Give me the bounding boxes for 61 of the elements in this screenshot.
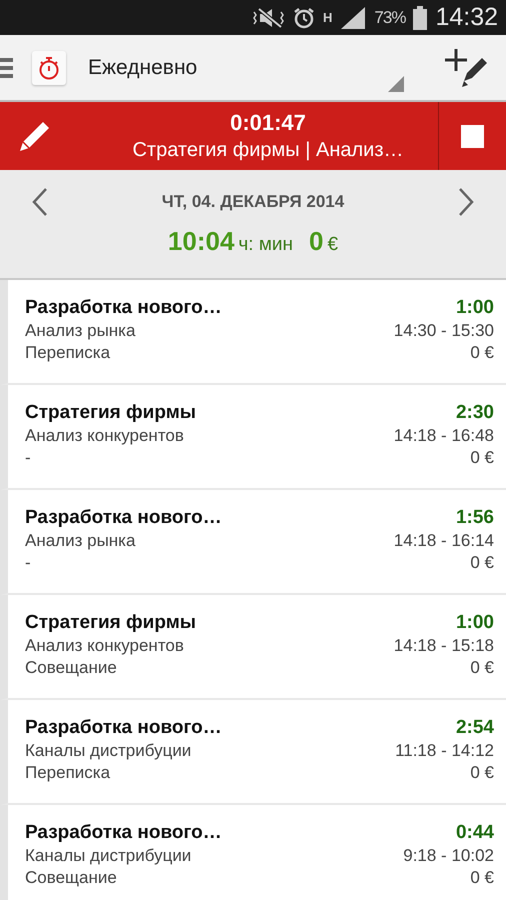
task-name: Каналы дистрибуции <box>25 845 192 867</box>
entry-duration: 0:44 <box>456 821 494 845</box>
stop-icon <box>461 124 484 148</box>
total-hours: 10:04 <box>168 226 234 256</box>
battery-percent: 73% <box>374 8 406 28</box>
time-entry-row[interactable]: Разработка нового… Анализ рынка Переписка 1:00 14:30 - 15:30 0 € <box>0 280 506 385</box>
currency-label: € <box>328 234 338 256</box>
dropdown-corner-icon <box>388 76 404 92</box>
entry-note: - <box>25 447 32 469</box>
entry-amount: 0 € <box>470 867 494 889</box>
day-date: ЧТ, 04. ДЕКАБРЯ 2014 <box>162 192 344 212</box>
clock-time: 14:32 <box>435 3 498 32</box>
entry-amount: 0 € <box>470 342 494 364</box>
project-title: Разработка нового… <box>25 716 222 740</box>
task-name: Анализ рынка <box>25 320 136 342</box>
total-amount: 0 <box>309 226 324 256</box>
time-range: 9:18 - 10:02 <box>403 845 494 867</box>
entry-duration: 2:30 <box>456 401 494 425</box>
entry-duration: 1:56 <box>456 506 494 530</box>
entry-duration: 1:00 <box>456 296 494 320</box>
battery-icon <box>413 6 428 30</box>
stopwatch-logo <box>32 50 66 84</box>
project-title: Разработка нового… <box>25 821 222 845</box>
entry-amount: 0 € <box>470 447 494 469</box>
time-range: 14:30 - 15:30 <box>394 320 494 342</box>
entry-duration: 2:54 <box>456 716 494 740</box>
entry-note: Переписка <box>25 342 112 364</box>
time-range: 14:18 - 15:18 <box>394 635 494 657</box>
entry-note: - <box>25 552 32 574</box>
entry-amount: 0 € <box>470 762 494 784</box>
mute-icon <box>251 6 286 28</box>
project-title: Стратегия фирмы <box>25 401 196 425</box>
entry-note: Совещание <box>25 657 118 679</box>
task-name: Анализ конкурентов <box>25 635 185 657</box>
entry-amount: 0 € <box>470 552 494 574</box>
time-entry-row[interactable]: Разработка нового… Анализ рынка - 1:56 14:18 - 16:14 0 € <box>0 490 506 595</box>
elapsed-time: 0:01:47 <box>230 110 306 136</box>
project-title: Стратегия фирмы <box>25 611 196 635</box>
time-entry-row[interactable]: Разработка нового… Каналы дистрибуции Переписка 2:54 11:18 - 14:12 0 € <box>0 700 506 805</box>
running-task: Стратегия фирмы | Анализ… <box>132 139 404 162</box>
menu-icon[interactable] <box>0 58 14 78</box>
task-name: Анализ конкурентов <box>25 425 185 447</box>
task-name: Анализ рынка <box>25 530 136 552</box>
pencil-icon <box>18 119 50 153</box>
entry-amount: 0 € <box>470 657 494 679</box>
add-entry-icon[interactable] <box>444 48 490 88</box>
time-entry-row[interactable]: Стратегия фирмы Анализ конкурентов - 2:30 14:18 - 16:48 0 € <box>0 385 506 490</box>
time-range: 14:18 - 16:48 <box>394 425 494 447</box>
time-range: 11:18 - 14:12 <box>395 740 494 762</box>
project-title: Разработка нового… <box>25 506 222 530</box>
hours-unit: ч: мин <box>238 234 294 256</box>
network-type-label: H <box>323 11 332 24</box>
signal-icon <box>340 6 366 28</box>
entry-note: Переписка <box>25 762 112 784</box>
entry-duration: 1:00 <box>456 611 494 635</box>
project-title: Разработка нового… <box>25 296 222 320</box>
time-range: 14:18 - 16:14 <box>394 530 494 552</box>
entry-note: Совещание <box>25 867 118 889</box>
alarm-icon <box>293 6 316 28</box>
task-name: Каналы дистрибуции <box>25 740 192 762</box>
time-entry-row[interactable]: Стратегия фирмы Анализ конкурентов Совещание 1:00 14:18 - 15:18 0 € <box>0 595 506 700</box>
